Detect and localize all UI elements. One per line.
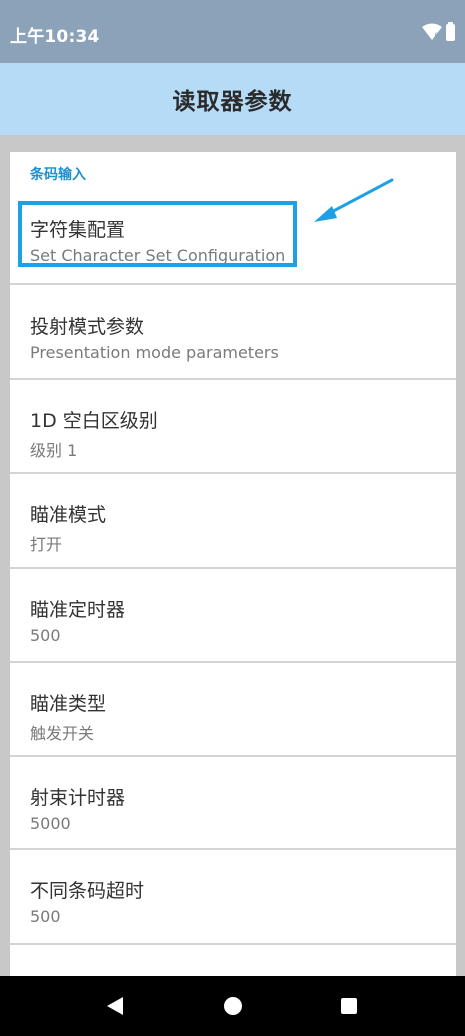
back-button[interactable]: [80, 976, 150, 1036]
home-icon: [224, 997, 242, 1015]
pref-title: 射束计时器: [30, 787, 126, 809]
pref-summary: 500: [30, 626, 61, 645]
pref-title: 瞄准类型: [30, 693, 107, 715]
pref-summary: 触发开关: [30, 724, 95, 743]
page-title: 读取器参数: [172, 89, 293, 115]
battery-icon: [446, 21, 455, 41]
pref-summary: 级别 1: [30, 441, 78, 460]
pref-presentation-mode[interactable]: 投射模式参数 Presentation mode parameters: [10, 285, 456, 380]
preference-card: 条码输入 字符集配置 Set Character Set Configurati…: [10, 152, 456, 976]
preference-list[interactable]: 条码输入 字符集配置 Set Character Set Configurati…: [0, 135, 465, 976]
pref-summary: 500: [30, 907, 61, 926]
pref-title: 瞄准定时器: [30, 599, 126, 621]
pref-summary: 打开: [30, 535, 63, 554]
pref-beam-timer[interactable]: 射束计时器 5000: [10, 757, 456, 850]
arrow-icon: [314, 178, 394, 222]
category-header: 条码输入: [30, 167, 86, 183]
pref-quiet-zone[interactable]: 1D 空白区级别 级别 1: [10, 380, 456, 474]
pref-title: 瞄准模式: [30, 504, 107, 526]
svg-text:6: 6: [435, 32, 439, 39]
status-bar: 上午10:34 6: [0, 0, 465, 63]
pref-different-barcode-timeout[interactable]: 不同条码超时 500: [10, 850, 456, 945]
app-bar: 读取器参数: [0, 63, 465, 135]
pref-aim-mode[interactable]: 瞄准模式 打开: [10, 474, 456, 569]
pref-title: 字符集配置: [30, 219, 126, 241]
pref-summary: Set Character Set Configuration: [30, 246, 286, 265]
home-button[interactable]: [198, 976, 268, 1036]
wifi-icon: 6: [422, 23, 442, 40]
status-icons: 6: [422, 21, 455, 42]
navigation-bar: [0, 976, 465, 1036]
pref-aim-timer[interactable]: 瞄准定时器 500: [10, 569, 456, 663]
pref-summary: 5000: [30, 814, 71, 833]
recents-icon: [341, 998, 357, 1014]
pref-title: 1D 空白区级别: [30, 410, 158, 432]
recents-button[interactable]: [314, 976, 384, 1036]
pref-title: 投射模式参数: [30, 316, 145, 338]
back-icon: [107, 997, 123, 1015]
pref-aim-type[interactable]: 瞄准类型 触发开关: [10, 663, 456, 757]
status-time: 上午10:34: [10, 27, 100, 47]
pref-title: 不同条码超时: [30, 880, 145, 902]
pref-summary: Presentation mode parameters: [30, 343, 279, 362]
